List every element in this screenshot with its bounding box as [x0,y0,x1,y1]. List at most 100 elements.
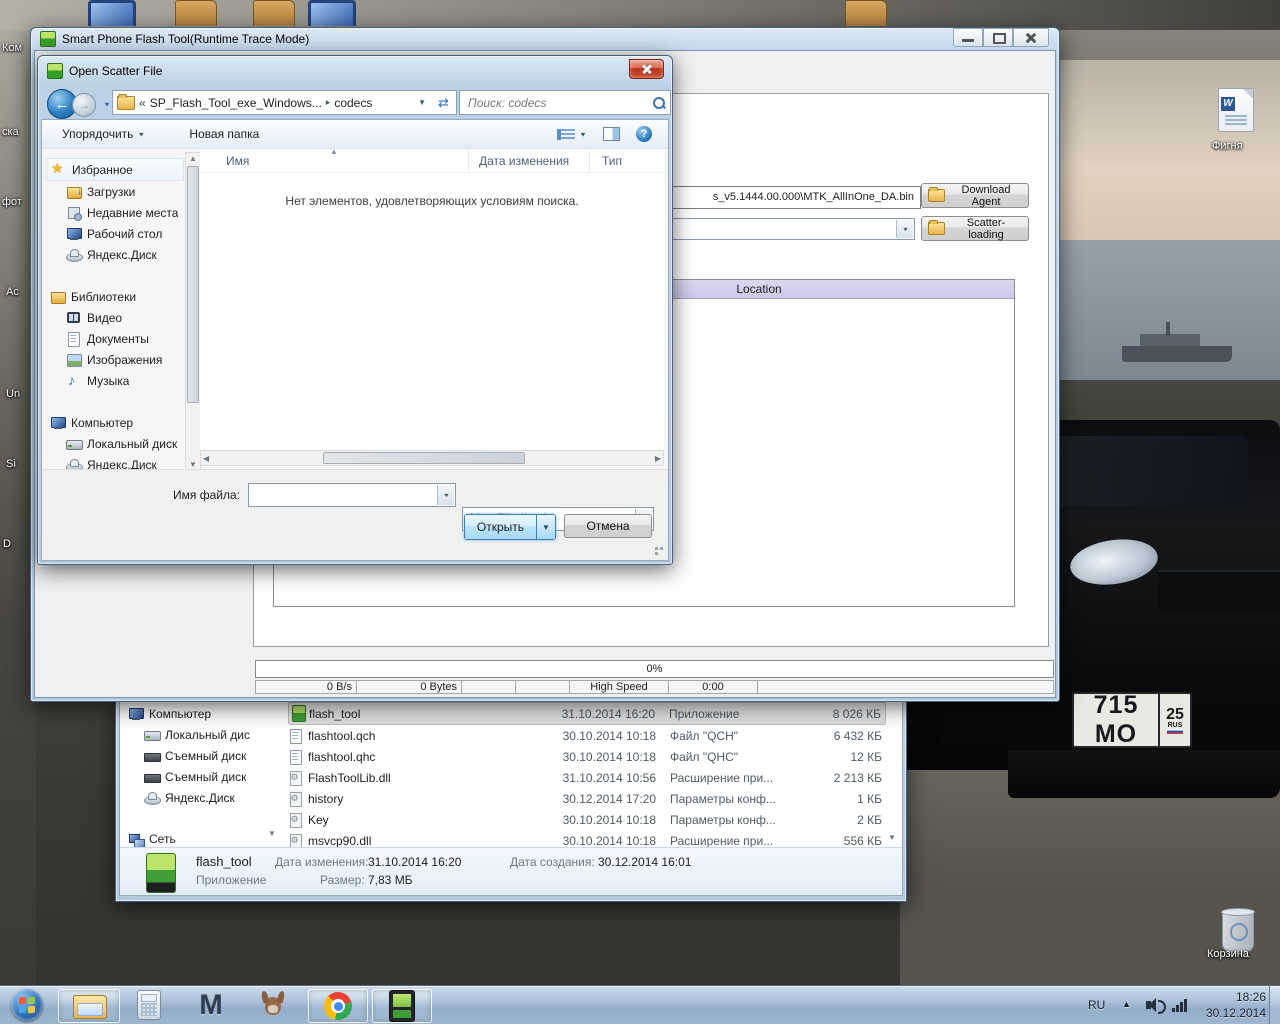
nav-history-chevron-icon[interactable]: ▼ [103,101,111,108]
desktop-icon-computer[interactable] [88,0,136,26]
sidebar-item-removable-disk[interactable]: Съемный диск [124,745,264,766]
resize-grip[interactable] [654,546,666,558]
sidebar-item-yandex-disk[interactable]: Яндекс.Диск [124,787,264,808]
taskbar-explorer-button[interactable] [58,989,120,1023]
file-row[interactable]: history30.12.2014 17:20Параметры конф...… [288,788,886,809]
sidebar-item-libraries[interactable]: Библиотеки [46,286,184,307]
desktop-icon-folder[interactable] [175,0,217,26]
show-desktop-button[interactable] [1269,986,1280,1024]
flash-tool-titlebar[interactable]: Smart Phone Flash Tool(Runtime Trace Mod… [31,28,1059,50]
refresh-button[interactable]: ⇄ [431,90,457,115]
downloads-folder-icon [66,184,82,200]
address-bar[interactable]: « SP_Flash_Tool_exe_Windows... ▸ codecs … [112,90,433,115]
scroll-right-arrow[interactable]: ▶ [655,453,661,465]
sidebar-item-local-disk[interactable]: Локальный диск [46,433,184,454]
views-button[interactable]: ▼ [549,122,595,146]
help-button[interactable]: ? [628,122,660,146]
download-agent-button[interactable]: Download Agent [921,183,1029,208]
sidebar-item-computer[interactable]: Компьютер [46,412,184,433]
sidebar-item-network[interactable]: Сеть [124,828,264,849]
tray-volume-icon[interactable] [1146,997,1164,1013]
chevron-down-icon[interactable] [437,485,454,505]
tray-clock[interactable]: 18:26 30.12.2014 [1196,989,1266,1021]
sidebar-item-documents[interactable]: Документы [46,328,184,349]
desktop-icon-recycle-bin[interactable] [1222,910,1254,952]
desktop-icon-label[interactable]: Si [6,458,16,470]
address-dropdown-icon[interactable]: ▼ [418,98,426,107]
column-header-name[interactable]: Имя ▲ [200,150,469,172]
taskbar-flash-tool-button[interactable] [372,989,432,1023]
search-icon[interactable] [652,96,666,110]
desktop-icon-word-doc[interactable]: W [1218,88,1254,132]
taskbar-chrome-button[interactable] [308,989,368,1023]
file-row[interactable]: flashtool.qch30.10.2014 10:18Файл "QCH"6… [288,725,886,746]
taskbar-calculator-button[interactable] [124,989,174,1021]
sidebar-scrollbar[interactable]: ▲ ▼ [185,152,201,472]
tray-show-hidden-icons[interactable]: ▲ [1122,999,1131,1009]
dialog-close-button[interactable] [629,59,664,79]
sidebar-item-yandex-disk[interactable]: Яндекс.Диск [46,244,184,265]
minimize-button[interactable] [953,28,983,47]
sidebar-item-video[interactable]: Видео [46,307,184,328]
file-name-input[interactable] [248,483,456,507]
desktop-icon-label[interactable]: фот [2,196,22,208]
maximize-button[interactable] [983,28,1013,47]
list-horizontal-scrollbar[interactable]: ◀ ▶ [200,450,664,466]
breadcrumb-overflow-chevrons[interactable]: « [139,96,146,110]
desktop-icon-label[interactable]: Un [6,388,20,400]
desktop-icon-label[interactable]: Ас [6,286,19,298]
scroll-left-arrow[interactable]: ◀ [203,453,209,465]
desktop-icon-label-recycle-bin[interactable]: Корзина [1207,948,1249,960]
sidebar-item-removable-disk[interactable]: Съемный диск [124,766,264,787]
taskbar-emule-button[interactable] [248,989,298,1021]
sidebar-item-favorites[interactable]: Избранное [46,158,184,181]
desktop-icon-label[interactable]: D [3,538,11,550]
scatter-loading-button[interactable]: Scatter-loading [921,216,1029,241]
taskbar-m-app-button[interactable]: M [186,989,236,1021]
open-dropdown-icon[interactable]: ▼ [536,515,555,539]
scroll-up-arrow[interactable]: ▲ [186,153,200,165]
chevron-down-icon: ▼ [137,130,145,137]
sidebar-item-computer[interactable]: Компьютер [124,703,264,724]
scrollbar-thumb[interactable] [323,452,525,464]
dialog-titlebar[interactable]: Open Scatter File [38,56,672,86]
sidebar-item-desktop[interactable]: Рабочий стол [46,223,184,244]
desktop-icon-computer[interactable] [308,0,356,26]
column-header-type[interactable]: Тип [590,150,664,172]
desktop-icon-label[interactable]: Ком [2,42,22,54]
open-split-button[interactable]: Открыть ▼ [464,514,556,540]
tray-language-indicator[interactable]: RU [1088,998,1105,1012]
sidebar-item-pictures[interactable]: Изображения [46,349,184,370]
column-header-date[interactable]: Дата изменения [469,150,590,172]
desktop-icon-folder[interactable] [253,0,295,26]
file-row[interactable]: Key30.10.2014 10:18Параметры конф...2 КБ [288,809,886,830]
forward-button[interactable]: → [72,93,96,117]
chevron-down-icon[interactable] [896,220,913,238]
organize-menu-button[interactable]: Упорядочить▼ [54,122,153,146]
desktop-icon-label[interactable]: ска [2,126,19,138]
file-row[interactable]: flash_tool31.10.2014 16:20Приложение8 02… [288,702,886,725]
file-row[interactable]: msvcp90.dll30.10.2014 10:18Расширение пр… [288,830,886,847]
breadcrumb-current[interactable]: codecs [334,96,372,110]
details-file-name: flash_tool [196,854,252,869]
open-button[interactable]: Открыть [465,515,536,539]
search-box[interactable]: Поиск: codecs [459,90,671,115]
file-list-scroll-down-arrow[interactable]: ▼ [886,832,898,844]
file-row[interactable]: FlashToolLib.dll31.10.2014 10:56Расширен… [288,767,886,788]
close-button[interactable] [1013,28,1049,47]
breadcrumb-parent[interactable]: SP_Flash_Tool_exe_Windows... [150,96,322,110]
new-folder-button[interactable]: Новая папка [181,122,267,146]
sidebar-item-music[interactable]: Музыка [46,370,184,391]
sidebar-item-local-disk[interactable]: Локальный дис [124,724,264,745]
preview-pane-button[interactable] [595,122,628,146]
cancel-button[interactable]: Отмена [564,514,652,538]
desktop-icon-folder[interactable] [845,0,887,26]
sidebar-item-downloads[interactable]: Загрузки [46,181,184,202]
sidebar-scroll-down-arrow[interactable]: ▼ [266,828,278,840]
scrollbar-thumb[interactable] [187,166,199,403]
file-row[interactable]: flashtool.qhc30.10.2014 10:18Файл "QHC"1… [288,746,886,767]
start-button[interactable] [8,989,46,1021]
desktop-icon-label-word-doc[interactable]: Фигня [1212,140,1243,152]
sidebar-item-recent-places[interactable]: Недавние места [46,202,184,223]
tray-network-signal-icon[interactable] [1172,998,1192,1012]
